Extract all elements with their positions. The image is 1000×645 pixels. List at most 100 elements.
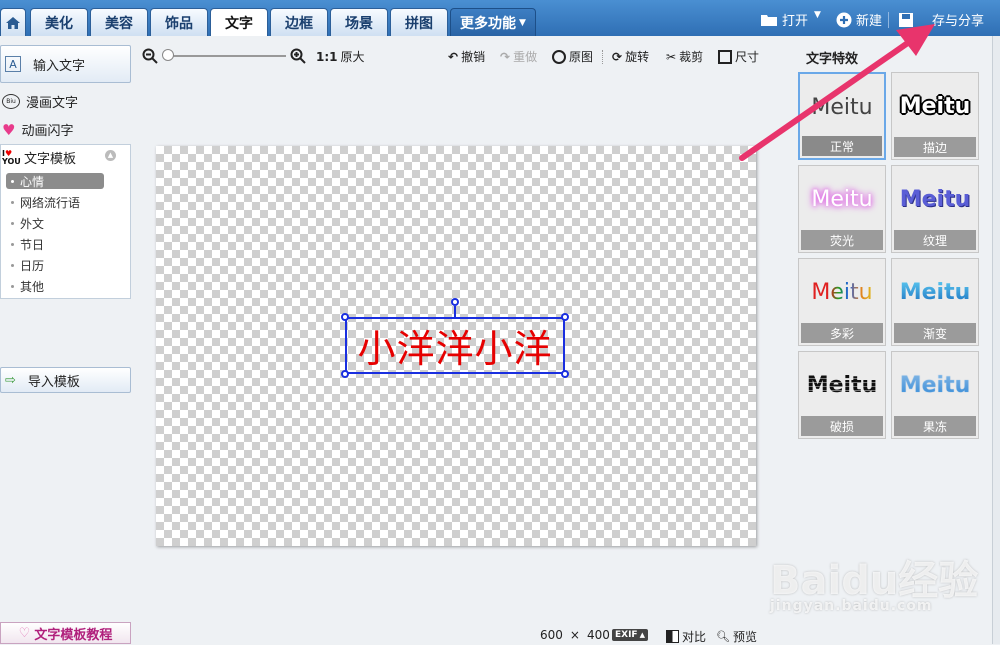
template-item-other[interactable]: 其他 xyxy=(11,278,44,295)
effect-damaged[interactable]: Meitu 破损 xyxy=(798,351,886,439)
folder-icon xyxy=(761,14,777,26)
animated-text-item[interactable]: ♥ 动画闪字 xyxy=(2,120,74,140)
text-selection-box[interactable]: 小洋洋小洋 xyxy=(345,317,565,374)
original-size-button[interactable]: 1:1 原大 xyxy=(316,48,365,65)
effect-label: 纹理 xyxy=(894,230,976,250)
undo-button[interactable]: ↶ 撤销 xyxy=(448,48,485,65)
redo-label: 重做 xyxy=(513,50,538,64)
open-label: 打开 xyxy=(782,14,809,29)
effect-sample: Meitu xyxy=(811,94,873,120)
heart-icon: ♥ xyxy=(2,120,16,139)
input-text-button[interactable]: A 输入文字 xyxy=(0,45,131,83)
effect-sample: Meitu xyxy=(892,352,978,418)
original-image-button[interactable]: 原图 xyxy=(552,48,593,65)
open-button[interactable]: 打开 xyxy=(760,10,808,29)
zoom-out-icon[interactable] xyxy=(142,48,158,64)
resize-handle-bottom-left[interactable] xyxy=(341,370,349,378)
effect-jelly[interactable]: Meitu 果冻 xyxy=(891,351,979,439)
template-item-internet-slang[interactable]: 网络流行语 xyxy=(11,194,80,211)
watermark-url: jingyan.baidu.com xyxy=(770,598,933,614)
zoom-slider-handle[interactable] xyxy=(162,49,174,61)
template-item-mood[interactable]: 心情 xyxy=(6,173,104,189)
home-tab[interactable] xyxy=(0,8,26,36)
effect-sample: Meitu xyxy=(799,259,885,325)
effects-title: 文字特效 xyxy=(806,52,859,67)
effect-gradient[interactable]: Meitu 渐变 xyxy=(891,258,979,346)
undo-label: 撤销 xyxy=(461,50,486,64)
effect-label: 描边 xyxy=(894,137,976,157)
template-item-label: 节日 xyxy=(20,238,45,252)
image-width: 600 xyxy=(540,628,563,642)
resize-icon xyxy=(718,49,732,64)
open-dropdown-button[interactable]: ▼ xyxy=(814,10,821,20)
zoom-slider[interactable] xyxy=(162,49,286,61)
preview-button[interactable]: 🔍︎ 预览 xyxy=(716,628,757,645)
effect-label: 破损 xyxy=(801,416,883,436)
original-image-label: 原图 xyxy=(569,50,594,64)
template-item-label: 日历 xyxy=(20,259,45,273)
save-share-button[interactable]: 存与分享 xyxy=(898,10,984,29)
compare-button[interactable]: 对比 xyxy=(666,628,706,645)
resize-handle-top-left[interactable] xyxy=(341,313,349,321)
template-item-holiday[interactable]: 节日 xyxy=(11,236,44,253)
effect-normal[interactable]: Meitu 正常 xyxy=(798,72,886,160)
template-item-label: 外文 xyxy=(20,217,45,231)
toolbar-separator xyxy=(888,12,889,28)
text-template-panel: I♥ YOU 文字模板 ▲ 心情 网络流行语 外文 节日 日历 其他 xyxy=(0,144,131,299)
rotate-button[interactable]: ⟳ 旋转 xyxy=(612,48,649,65)
canvas-text[interactable]: 小洋洋小洋 xyxy=(357,318,552,373)
crop-button[interactable]: ✂ 裁剪 xyxy=(666,48,703,65)
effect-label: 荧光 xyxy=(801,230,883,250)
effect-texture[interactable]: Meitu 纹理 xyxy=(891,165,979,253)
effect-sample-colorful: Meitu xyxy=(811,279,873,305)
template-item-calendar[interactable]: 日历 xyxy=(11,257,44,274)
original-size-label: 原大 xyxy=(340,50,365,64)
effect-label: 渐变 xyxy=(894,323,976,343)
resize-button[interactable]: 尺寸 xyxy=(718,48,759,65)
effect-glow[interactable]: Meitu 荧光 xyxy=(798,165,886,253)
chevron-down-icon: ▼ xyxy=(519,17,526,28)
image-dimensions: 600 × 400 xyxy=(540,628,610,642)
effect-colorful[interactable]: Meitu 多彩 xyxy=(798,258,886,346)
speech-bubble-icon: Biu xyxy=(2,94,20,109)
tab-frame[interactable]: 边框 xyxy=(270,8,328,36)
tab-collage[interactable]: 拼图 xyxy=(390,8,448,36)
tab-beautify[interactable]: 美化 xyxy=(30,8,88,36)
home-icon xyxy=(6,16,20,29)
template-item-label: 网络流行语 xyxy=(20,196,81,210)
left-panel: A 输入文字 Biu 漫画文字 ♥ 动画闪字 I♥ YOU 文字模板 ▲ 心情 网… xyxy=(0,36,134,644)
text-template-header[interactable]: I♥ YOU 文字模板 xyxy=(2,148,76,167)
bullet-icon xyxy=(11,285,14,288)
effect-stroke[interactable]: Meitu 描边 xyxy=(891,72,979,160)
template-item-foreign[interactable]: 外文 xyxy=(11,215,44,232)
tab-scene[interactable]: 场景 xyxy=(330,8,388,36)
collapse-icon[interactable]: ▲ xyxy=(105,150,116,161)
animated-text-label: 动画闪字 xyxy=(21,124,74,139)
undo-icon: ↶ xyxy=(448,49,459,64)
crop-label: 裁剪 xyxy=(679,50,704,64)
image-canvas[interactable]: 小洋洋小洋 xyxy=(156,146,756,546)
comic-text-item[interactable]: Biu 漫画文字 xyxy=(2,92,78,111)
text-template-tutorial-button[interactable]: ♡ 文字模板教程 xyxy=(0,622,131,644)
top-navigation-bar: 美化 美容 饰品 文字 边框 场景 拼图 更多功能 ▼ 打开 ▼ 新建 存与分享 xyxy=(0,0,1000,36)
exif-button[interactable]: EXIF ▲ xyxy=(612,629,648,641)
bullet-icon xyxy=(11,264,14,267)
input-text-label: 输入文字 xyxy=(33,58,86,74)
baidu-watermark: Baidu经验 jingyan.baidu.com xyxy=(770,548,1000,618)
import-template-button[interactable]: ⇨ 导入模板 xyxy=(0,367,131,393)
resize-handle-bottom-right[interactable] xyxy=(561,370,569,378)
redo-button[interactable]: ↷ 重做 xyxy=(500,48,537,65)
resize-handle-top-right[interactable] xyxy=(561,313,569,321)
tab-beauty[interactable]: 美容 xyxy=(90,8,148,36)
tab-text[interactable]: 文字 xyxy=(210,8,268,36)
new-button[interactable]: 新建 xyxy=(836,10,882,29)
preview-label: 预览 xyxy=(732,630,757,644)
more-features-label: 更多功能 xyxy=(460,15,517,32)
import-template-label: 导入模板 xyxy=(27,374,80,390)
rotate-handle[interactable] xyxy=(451,298,459,306)
more-features-tab[interactable]: 更多功能 ▼ xyxy=(450,8,536,36)
image-height: 400 xyxy=(586,628,610,642)
rotate-handle-line xyxy=(454,306,456,318)
zoom-in-icon[interactable] xyxy=(290,48,306,64)
tab-accessories[interactable]: 饰品 xyxy=(150,8,208,36)
